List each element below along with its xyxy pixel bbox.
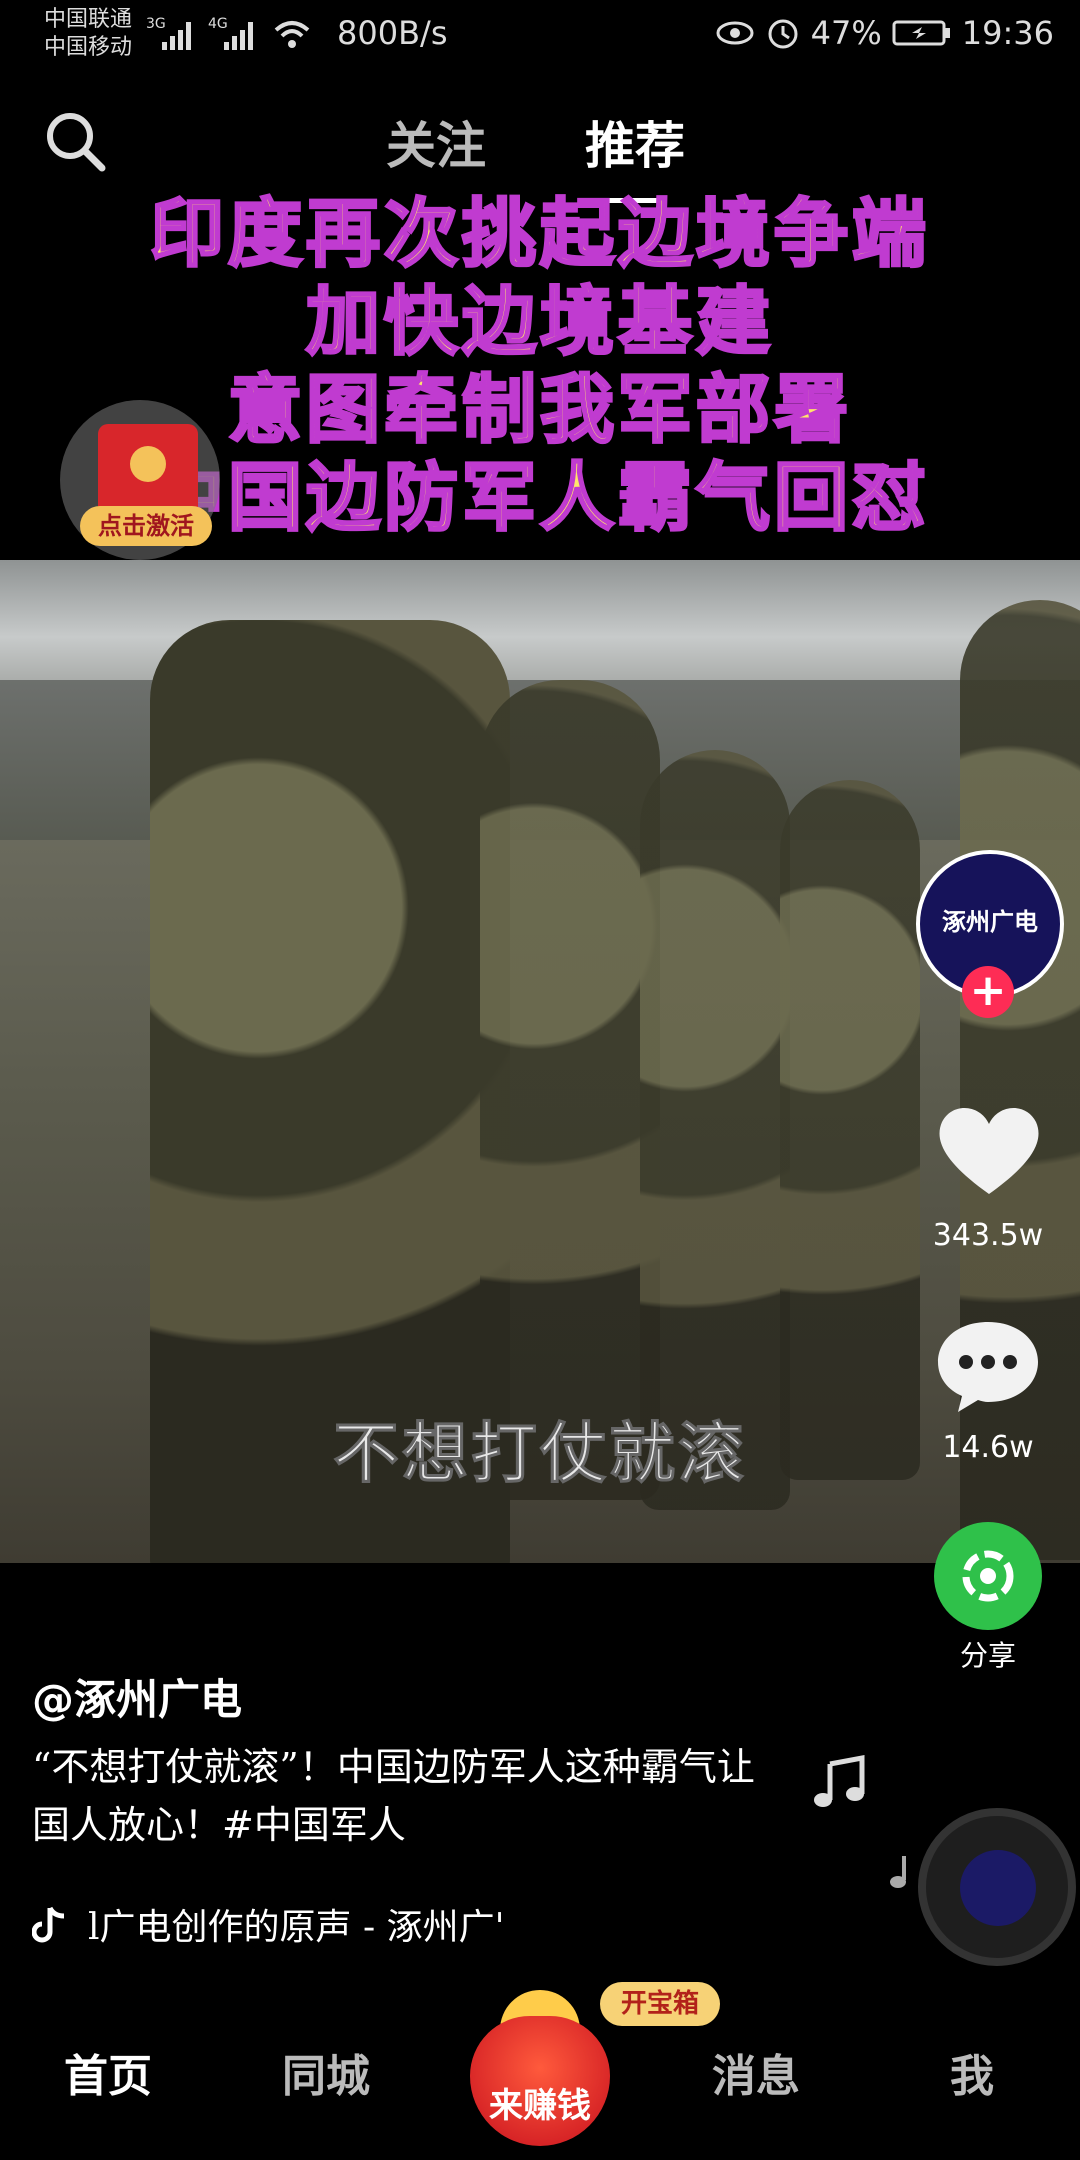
music-title: l广电创作的原声 - 涿州广' [88, 1907, 505, 1948]
alarm-icon [768, 19, 798, 49]
nav-home[interactable]: 首页 [64, 2040, 152, 2104]
share-button[interactable] [934, 1522, 1042, 1630]
status-right: 47% 19:36 [715, 14, 1054, 52]
carrier-info: 中国联通 中国移动 [44, 6, 132, 62]
video-figure [640, 750, 790, 1510]
headline-line-1: 印度再次挑起边境争端 [149, 190, 930, 279]
search-icon[interactable] [42, 108, 108, 174]
avatar-label: 涿州广电 [942, 908, 1038, 936]
network-speed: 800B/s [337, 14, 448, 52]
follow-button[interactable]: + [962, 966, 1014, 1018]
earn-label: 来赚钱 [489, 2086, 591, 2126]
eye-icon [716, 21, 754, 45]
share-label: 分享 [959, 1639, 1016, 1672]
comment-count: 14.6w [942, 1430, 1034, 1465]
battery-percent: 47% [810, 14, 882, 52]
red-packet-activate-button[interactable]: 点击激活 [80, 506, 212, 546]
nav-me[interactable]: 我 [950, 2040, 994, 2104]
music-disc-cover [960, 1850, 1036, 1926]
post-description: “不想打仗就滚”！中国边防军人这种霸气让国人放心！#中国军人 [32, 1745, 755, 1847]
nav-nearby[interactable]: 同城 [282, 2040, 370, 2104]
tab-follow[interactable]: 关注 [386, 106, 486, 178]
battery-icon [892, 20, 950, 46]
floating-note-icon [890, 1856, 906, 1888]
share-icon [962, 1550, 1014, 1602]
top-nav: 关注 推荐 [0, 96, 1080, 186]
signal-icon-2 [224, 22, 253, 50]
headline-line-2: 加快边境基建 [305, 278, 774, 367]
tiktok-note-icon [32, 1906, 65, 1943]
like-icon[interactable] [934, 1100, 1044, 1200]
wifi-icon [274, 21, 310, 48]
nav-messages[interactable]: 消息 [712, 2040, 800, 2104]
bottom-nav: 首页 同城 来赚钱 开宝箱 消息 我 [0, 1982, 1080, 2160]
status-bar: 中国联通 中国移动 3G 4G 800B/s 47% 19:36 [0, 0, 1080, 70]
tab-recommend[interactable]: 推荐 [585, 106, 685, 178]
music-note-icon [814, 1754, 865, 1807]
signal-icon-1 [162, 22, 191, 50]
carrier-1: 中国联通 [44, 7, 133, 32]
like-count: 343.5w [932, 1218, 1044, 1253]
music-info[interactable]: l广电创作的原声 - 涿州广' [32, 1898, 504, 1950]
video-figure [480, 680, 660, 1500]
author-name[interactable]: @涿州广电 [32, 1666, 242, 1727]
clock: 19:36 [961, 14, 1054, 52]
video-figure [780, 780, 920, 1480]
carrier-2: 中国移动 [44, 35, 133, 60]
music-disc[interactable] [918, 1808, 1076, 1966]
earn-money-button[interactable]: 来赚钱 [470, 2016, 610, 2146]
red-envelope-icon[interactable] [98, 424, 198, 516]
comment-icon[interactable] [934, 1316, 1042, 1416]
treasure-box-badge[interactable]: 开宝箱 [600, 1982, 720, 2026]
